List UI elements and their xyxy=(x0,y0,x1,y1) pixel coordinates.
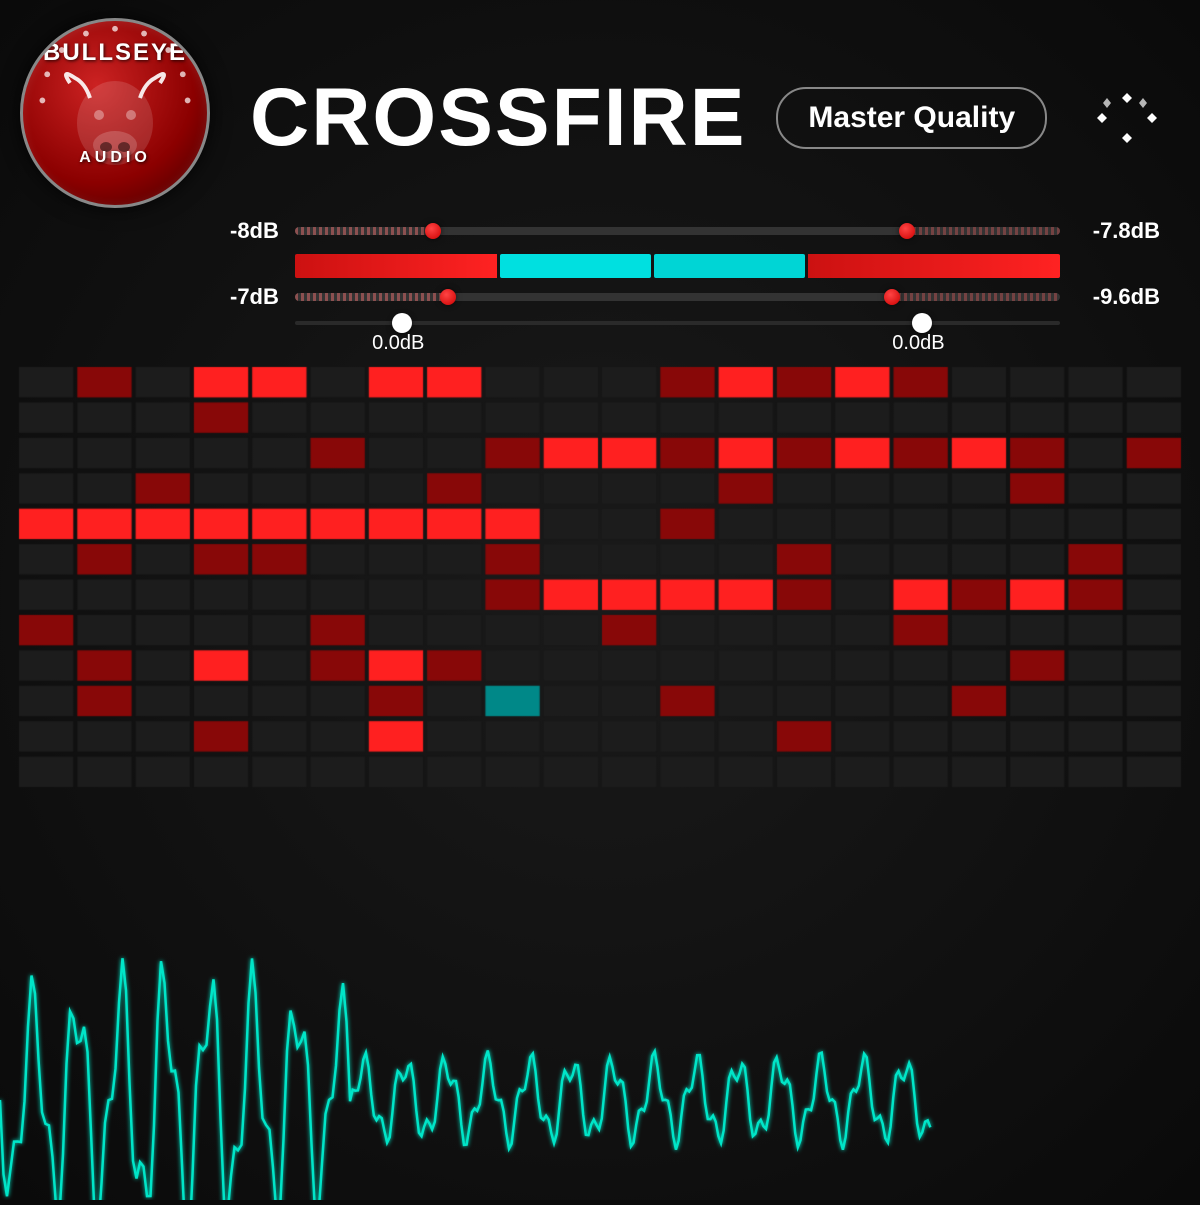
white-knob-left[interactable] xyxy=(392,313,412,333)
logo-container: BULLSEYE xyxy=(20,18,220,218)
logo-dots-decoration xyxy=(23,21,207,205)
white-knob-right[interactable] xyxy=(912,313,932,333)
slider-fill-dotted-2 xyxy=(295,293,448,301)
slider-fill-dotted-1 xyxy=(295,227,433,235)
quality-badge[interactable]: Master Quality xyxy=(776,87,1047,149)
plugin-name: CROSSFIRE xyxy=(250,77,746,159)
white-slider-row xyxy=(230,318,1160,328)
settings-icon[interactable] xyxy=(1097,88,1157,148)
slider-track-1 xyxy=(295,227,1060,235)
spectrum-area xyxy=(0,332,1200,792)
slider-knob-right-2[interactable] xyxy=(884,289,900,305)
app-container: BULLSEYE xyxy=(0,0,1200,1200)
bar-red-left xyxy=(295,254,497,278)
logo-circle: BULLSEYE xyxy=(20,18,210,208)
slider-fill-dotted-right-1 xyxy=(907,227,1060,235)
zero-db-left: 0.0dB xyxy=(372,332,424,355)
controls-section: -8dB -7.8dB xyxy=(0,218,1200,332)
slider-track-2 xyxy=(295,293,1060,301)
bar-cyan-1 xyxy=(500,254,651,278)
color-bars-row-1 xyxy=(295,252,1060,280)
title-area: CROSSFIRE Master Quality xyxy=(220,77,1170,159)
header: BULLSEYE xyxy=(0,0,1200,228)
control-row-2: -7dB -9.6dB xyxy=(230,284,1160,310)
waveform-area xyxy=(0,950,1200,1200)
slider-knob-left-2[interactable] xyxy=(440,289,456,305)
right-db-value-2: -9.6dB xyxy=(1060,284,1160,310)
zero-db-right: 0.0dB xyxy=(892,332,944,355)
slider-2[interactable] xyxy=(295,287,1060,307)
left-db-label-2: -7dB xyxy=(230,284,295,310)
bottom-slider-track[interactable] xyxy=(295,318,1060,328)
waveform-line xyxy=(0,958,930,1200)
bar-red-right xyxy=(808,254,1060,278)
spectrum-canvas xyxy=(15,362,1185,792)
waveform-svg xyxy=(0,950,1200,1200)
settings-dots-icon xyxy=(1097,88,1157,148)
bar-cyan-2 xyxy=(654,254,805,278)
slider-fill-dotted-right-2 xyxy=(892,293,1060,301)
